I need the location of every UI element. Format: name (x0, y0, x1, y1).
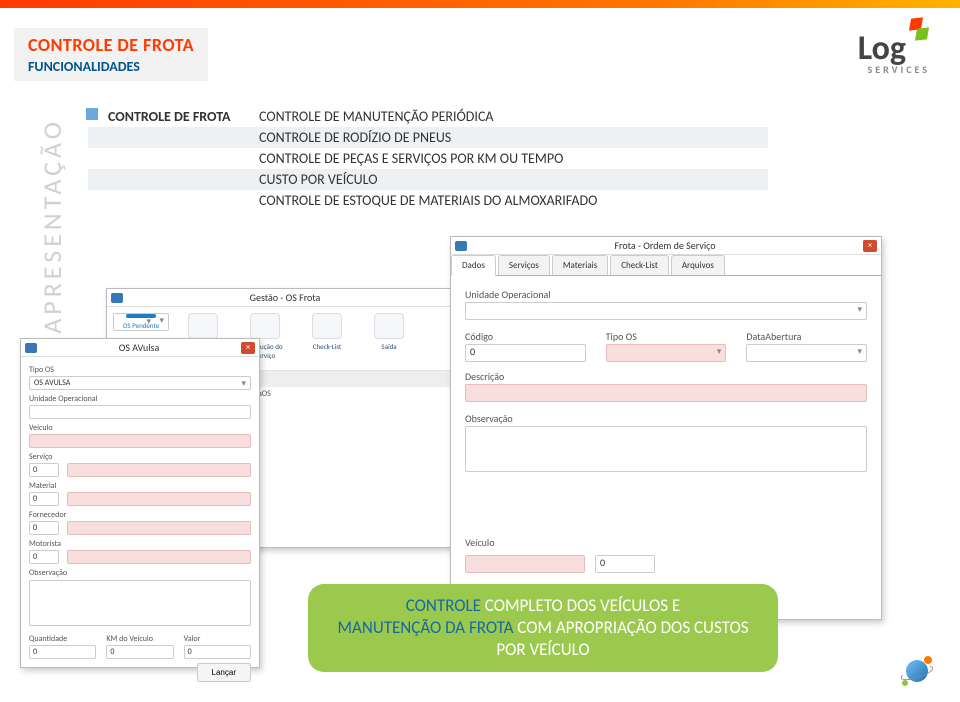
feature-group: CONTROLE DE FROTA (88, 106, 253, 127)
sidebar-label: APRESENTAÇÃO (36, 118, 68, 334)
feature-table: CONTROLE DE FROTACONTROLE DE MANUTENÇÃO … (88, 106, 768, 211)
textarea-observacao[interactable] (29, 580, 251, 626)
label-motorista: Motorista (29, 539, 251, 549)
label-km: KM do Veículo (106, 634, 173, 644)
close-icon[interactable]: × (863, 240, 877, 252)
label-veiculo: Veículo (465, 536, 867, 549)
label-data-abertura: DataAbertura (746, 330, 867, 343)
logo: Log SERVICES (858, 28, 930, 76)
gear-icon (250, 313, 280, 339)
feature-row: CONTROLE DE MANUTENÇÃO PERIÓDICA (253, 106, 768, 127)
input-veiculo-code[interactable]: 0 (595, 555, 655, 573)
input-servico-desc[interactable] (67, 463, 251, 477)
label-valor: Valor (184, 634, 251, 644)
feature-row: CONTROLE DE ESTOQUE DE MATERIAIS DO ALMO… (253, 190, 768, 211)
label-unidade: Unidade Operacional (29, 394, 251, 404)
app-icon (455, 241, 467, 251)
label-fornecedor: Fornecedor (29, 510, 251, 520)
input-data-abertura[interactable] (746, 344, 867, 362)
label-quantidade: Quantidade (29, 634, 96, 644)
titlebar[interactable]: OS AVulsa × (21, 339, 259, 357)
label-material: Material (29, 481, 251, 491)
label-codigo: Código (465, 330, 586, 343)
label-veiculo: Veículo (29, 423, 251, 433)
label-unidade: Unidade Operacional (465, 288, 867, 301)
checklist-icon (312, 313, 342, 339)
select-tipo-os[interactable] (606, 344, 727, 362)
titlebar[interactable]: Frota - Ordem de Serviço × (451, 237, 881, 255)
accent-bar (0, 0, 960, 8)
feature-row: CUSTO POR VEÍCULO (253, 169, 768, 190)
label-servico: Serviço (29, 452, 251, 462)
label-tipo-os: Tipo OS (606, 330, 727, 343)
input-codigo[interactable]: 0 (465, 344, 586, 362)
box-icon (188, 313, 218, 339)
logo-mark-icon (906, 18, 930, 42)
tab-arquivos[interactable]: Arquivos (671, 255, 725, 275)
input-valor[interactable]: 0 (184, 645, 251, 659)
input-veiculo-desc[interactable] (465, 555, 585, 573)
tab-dados[interactable]: Dados (451, 255, 496, 276)
input-motorista-code[interactable]: 0 (29, 550, 59, 564)
planet-icon (902, 656, 932, 686)
logo-subtext: SERVICES (868, 63, 931, 76)
input-descricao[interactable] (465, 384, 867, 402)
input-quantidade[interactable]: 0 (29, 645, 96, 659)
window-os-avulsa: OS AVulsa × Tipo OS OS AVULSA Unidade Op… (20, 338, 260, 668)
tab-materiais[interactable]: Materiais (552, 255, 608, 275)
exit-icon (374, 313, 404, 339)
select-unidade[interactable] (465, 302, 867, 320)
label-descricao: Descrição (465, 370, 867, 383)
tool-check-list[interactable]: Check-List (299, 313, 355, 360)
input-km[interactable]: 0 (106, 645, 173, 659)
label-tipo-os: Tipo OS (29, 365, 251, 375)
callout-banner: CONTROLE COMPLETO DOS VEÍCULOS E MANUTEN… (308, 584, 778, 672)
input-fornecedor-desc[interactable] (67, 521, 251, 535)
app-icon (111, 293, 123, 303)
clipboard-icon (126, 314, 156, 318)
header: CONTROLE DE FROTA FUNCIONALIDADES Log SE… (0, 28, 960, 81)
header-tab: CONTROLE DE FROTA FUNCIONALIDADES (14, 28, 208, 81)
input-motorista-desc[interactable] (67, 550, 251, 564)
select-tipo-os[interactable]: OS AVULSA (29, 376, 251, 390)
input-unidade[interactable] (29, 405, 251, 419)
input-material-desc[interactable] (67, 492, 251, 506)
titlebar[interactable]: Gestão - OS Frota (107, 289, 465, 307)
label-observacao: Observação (29, 568, 251, 578)
label-observacao: Observação (465, 412, 867, 425)
callout-text: CONTROLE COMPLETO DOS VEÍCULOS E MANUTEN… (336, 595, 750, 661)
textarea-observacao[interactable] (465, 426, 867, 472)
feature-row: CONTROLE DE RODÍZIO DE PNEUS (253, 127, 768, 148)
page-subtitle: FUNCIONALIDADES (28, 58, 194, 75)
window-title: OS AVulsa (37, 341, 241, 354)
window-title: Frota - Ordem de Serviço (467, 239, 863, 252)
feature-row: CONTROLE DE PEÇAS E SERVIÇOS POR KM OU T… (253, 148, 768, 169)
input-servico-code[interactable]: 0 (29, 463, 59, 477)
lancar-button[interactable]: Lançar (197, 663, 251, 682)
tab-check-list[interactable]: Check-List (610, 255, 669, 275)
input-veiculo[interactable] (29, 434, 251, 448)
app-icon (25, 343, 37, 353)
close-icon[interactable]: × (241, 342, 255, 354)
window-frota-os: Frota - Ordem de Serviço × Dados Serviço… (450, 236, 882, 620)
tool-os-pendente[interactable]: OS Pendente (113, 313, 169, 331)
tab-servicos[interactable]: Serviços (498, 255, 550, 275)
bullet-icon (86, 108, 98, 120)
input-material-code[interactable]: 0 (29, 492, 59, 506)
window-title: Gestão - OS Frota (123, 291, 447, 304)
tool-saida[interactable]: Saída (361, 313, 417, 360)
input-fornecedor-code[interactable]: 0 (29, 521, 59, 535)
page-title: CONTROLE DE FROTA (28, 34, 194, 56)
tabs: Dados Serviços Materiais Check-List Arqu… (451, 255, 881, 276)
